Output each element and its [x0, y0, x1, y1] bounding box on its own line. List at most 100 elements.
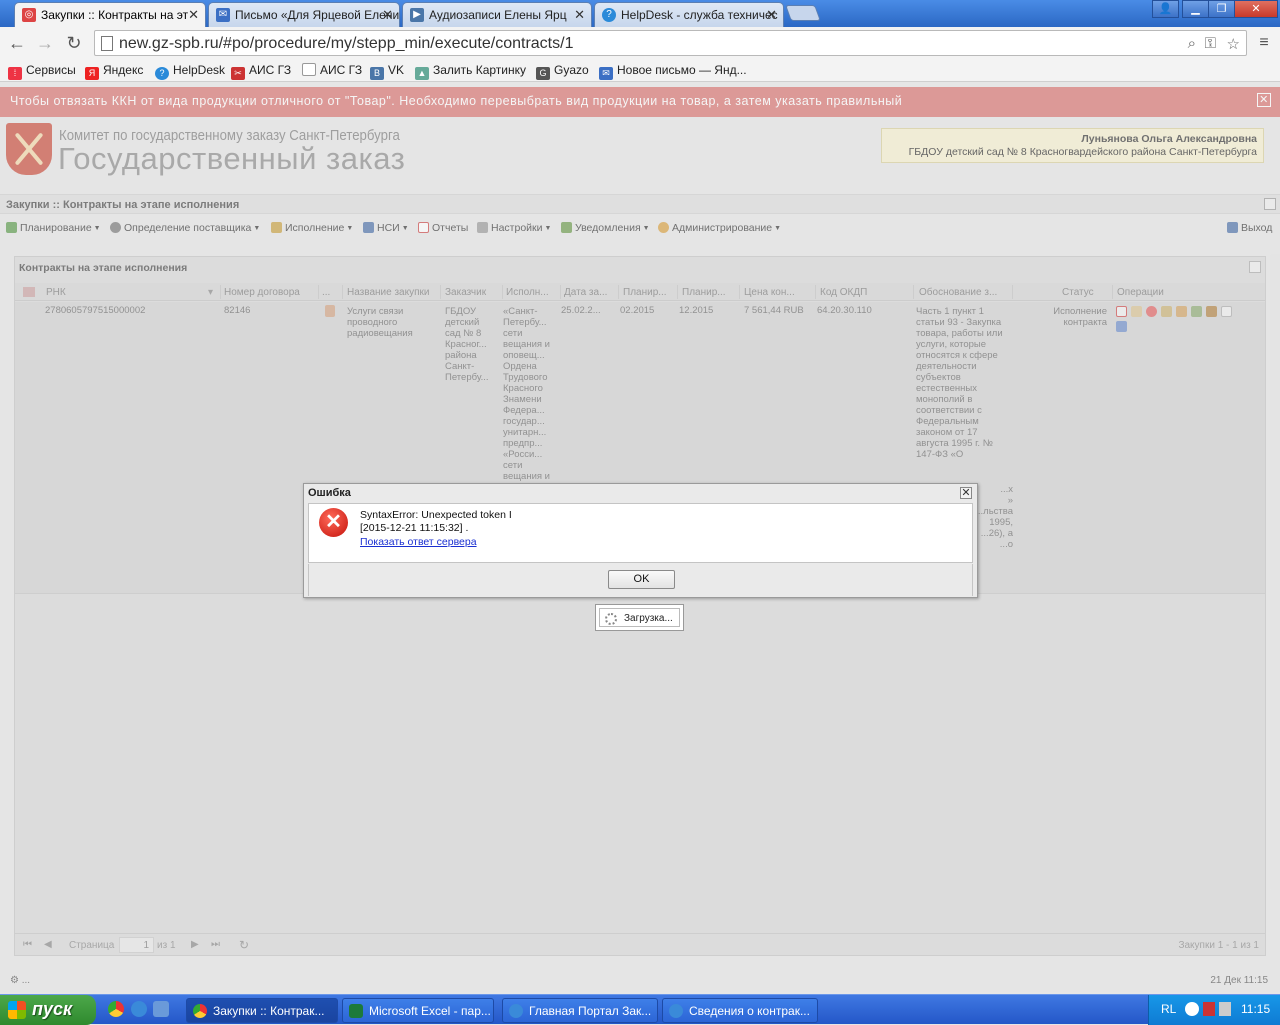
error-dialog: Ошибка ✕ ✕ SyntaxError: Unexpected token…	[303, 483, 978, 598]
close-window-button[interactable]: ✕	[1234, 0, 1278, 18]
dialog-footer: OK	[308, 564, 973, 596]
error-icon: ✕	[319, 508, 348, 537]
browser-toolbar: ← → ↻ new.gz-spb.ru/#po/procedure/my/ste…	[0, 27, 1280, 58]
bookmarks-bar: ⁞ Сервисы Я Яндекс ? HelpDesk ✂ АИС ГЗ АИС Г…	[0, 58, 1280, 82]
bookmark-label: Новое письмо — Янд...	[617, 63, 747, 77]
bookmark-label: АИС ГЗ	[249, 63, 292, 77]
windows-taskbar: пуск Закупки :: Контрак... Microsoft Exc…	[0, 994, 1280, 1025]
close-tab-icon[interactable]: ✕	[766, 7, 777, 23]
bookmark-upload-image[interactable]: ▲ Залить Картинку	[415, 63, 526, 80]
bookmark-ais-gz-2[interactable]: АИС ГЗ	[302, 63, 362, 77]
forward-button[interactable]: →	[34, 32, 56, 54]
bookmark-label: Gyazo	[554, 63, 589, 77]
image-icon: ▲	[415, 67, 429, 80]
language-indicator[interactable]: RL	[1161, 1002, 1176, 1016]
new-tab-button[interactable]	[785, 5, 821, 21]
bookmark-label: АИС ГЗ	[320, 63, 363, 77]
tab-title: Закупки :: Контракты на эт	[41, 8, 189, 22]
close-tab-icon[interactable]: ✕	[188, 7, 199, 23]
app-quicklaunch-icon[interactable]	[153, 1001, 169, 1017]
bookmark-label: Залить Картинку	[433, 63, 526, 77]
tab-title: Письмо «Для Ярцевой Елени	[235, 8, 400, 22]
start-label: пуск	[32, 999, 73, 1019]
taskbar-item[interactable]: Microsoft Excel - пар...	[342, 998, 494, 1023]
antivirus-icon[interactable]	[1203, 1002, 1215, 1016]
browser-tab[interactable]: ▶ Аудиозаписи Елены Ярц ✕	[402, 2, 592, 27]
system-tray: RL 11:15	[1148, 995, 1280, 1025]
help-icon: ?	[155, 67, 169, 80]
show-hidden-icons-icon[interactable]	[1185, 1002, 1199, 1016]
error-message: SyntaxError: Unexpected token I [2015-12…	[360, 509, 512, 535]
address-bar[interactable]: new.gz-spb.ru/#po/procedure/my/stepp_min…	[94, 30, 1247, 56]
chrome-quicklaunch-icon[interactable]	[108, 1001, 124, 1017]
back-button[interactable]: ←	[6, 32, 28, 54]
browser-tab[interactable]: ✉ Письмо «Для Ярцевой Елени ✕	[208, 2, 400, 27]
task-label: Сведения о контрак...	[689, 1004, 810, 1018]
chrome-icon	[193, 1004, 207, 1018]
bookmark-star-icon[interactable]: ☆	[1227, 35, 1240, 53]
browser-tab-strip: ◎ Закупки :: Контракты на эт ✕ ✉ Письмо …	[0, 0, 1280, 27]
task-label: Закупки :: Контрак...	[213, 1004, 325, 1018]
tab-title: HelpDesk - служба техничес	[621, 8, 778, 22]
play-icon: ▶	[410, 8, 424, 22]
close-icon[interactable]: ✕	[960, 487, 972, 499]
clock[interactable]: 11:15	[1241, 1002, 1270, 1016]
yandex-icon: Я	[85, 67, 99, 80]
restore-button[interactable]: ❐	[1208, 0, 1235, 18]
bookmark-yandex[interactable]: Я Яндекс	[85, 63, 143, 80]
zoom-icon[interactable]: ⌕	[1188, 35, 1196, 52]
dialog-body: ✕ SyntaxError: Unexpected token I [2015-…	[308, 503, 973, 563]
taskbar-item[interactable]: Главная Портал Зак...	[502, 998, 658, 1023]
bookmark-gyazo[interactable]: G Gyazo	[536, 63, 589, 80]
ie-icon	[669, 1004, 683, 1018]
globe-icon: ◎	[22, 8, 36, 22]
taskbar-item-active[interactable]: Закупки :: Контрак...	[186, 998, 338, 1023]
chrome-menu-icon[interactable]: ≡	[1253, 32, 1275, 54]
tools-icon: ✂	[231, 67, 245, 80]
bookmark-vk[interactable]: B VK	[370, 63, 404, 80]
close-tab-icon[interactable]: ✕	[574, 7, 585, 23]
minimize-button[interactable]: ▁	[1182, 0, 1209, 18]
close-tab-icon[interactable]: ✕	[382, 7, 393, 23]
error-timestamp: [2015-12-21 11:15:32] .	[360, 522, 469, 534]
bookmark-services[interactable]: ⁞ Сервисы	[8, 63, 76, 80]
user-profile-button[interactable]: 👤	[1152, 0, 1179, 18]
bookmark-label: Яндекс	[103, 63, 144, 77]
help-icon: ?	[602, 8, 616, 22]
bookmark-label: Сервисы	[26, 63, 76, 77]
loading-indicator: Загрузка...	[595, 604, 684, 631]
taskbar-item[interactable]: Сведения о контрак...	[662, 998, 818, 1023]
ok-button[interactable]: OK	[608, 570, 675, 589]
ie-icon	[509, 1004, 523, 1018]
bookmark-ais-gz[interactable]: ✂ АИС ГЗ	[231, 63, 291, 80]
excel-icon	[349, 1004, 363, 1018]
page-icon	[302, 63, 316, 76]
error-message-line: SyntaxError: Unexpected token I	[360, 509, 512, 521]
spinner-icon	[605, 613, 617, 625]
start-button[interactable]: пуск	[0, 995, 96, 1025]
vk-icon: B	[370, 67, 384, 80]
key-icon[interactable]: ⚿	[1205, 35, 1216, 52]
tab-title: Аудиозаписи Елены Ярц	[429, 8, 567, 22]
bookmark-label: HelpDesk	[173, 63, 226, 77]
ie-quicklaunch-icon[interactable]	[131, 1001, 147, 1017]
url-text: new.gz-spb.ru/#po/procedure/my/stepp_min…	[119, 35, 574, 52]
mail-icon: ✉	[599, 67, 613, 80]
windows-logo-icon	[8, 1001, 26, 1019]
browser-tab[interactable]: ? HelpDesk - служба техничес ✕	[594, 2, 784, 27]
gyazo-icon: G	[536, 67, 550, 80]
network-icon[interactable]	[1219, 1002, 1231, 1016]
bookmark-helpdesk[interactable]: ? HelpDesk	[155, 63, 225, 80]
apps-icon: ⁞	[8, 67, 22, 80]
reload-button[interactable]: ↻	[63, 32, 85, 54]
browser-tab-active[interactable]: ◎ Закупки :: Контракты на эт ✕	[14, 2, 206, 27]
page-icon	[101, 36, 113, 51]
loading-text: Загрузка...	[624, 613, 673, 624]
mail-icon: ✉	[216, 8, 230, 22]
bookmark-new-mail[interactable]: ✉ Новое письмо — Янд...	[599, 63, 747, 80]
task-label: Главная Портал Зак...	[529, 1004, 652, 1018]
dialog-title: Ошибка	[308, 487, 351, 499]
show-server-response-link[interactable]: Показать ответ сервера	[360, 536, 477, 548]
task-label: Microsoft Excel - пар...	[369, 1004, 491, 1018]
loading-box: Загрузка...	[599, 608, 680, 627]
